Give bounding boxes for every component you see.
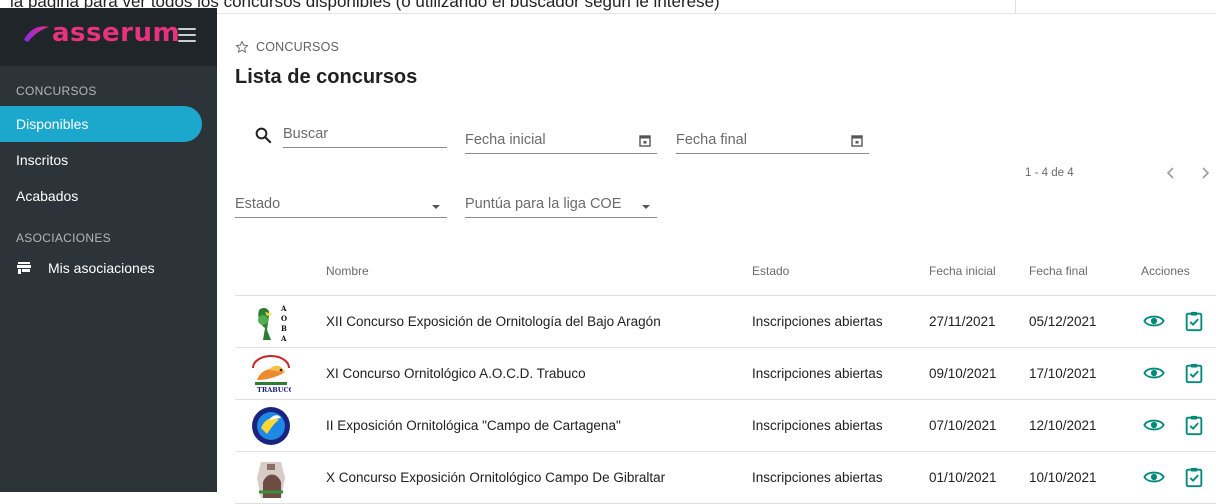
svg-text:A: A [280,304,287,313]
calendar-icon[interactable] [851,134,863,147]
gibraltar-logo [257,462,285,498]
view-eye-icon[interactable] [1143,310,1165,332]
brand-swoosh-icon [24,26,49,42]
svg-text:O: O [281,314,287,323]
header-fecha-inicial[interactable]: Fecha inicial [929,264,996,278]
brand-wordmark: asserum [52,18,181,48]
header-separator [1015,0,1016,14]
search-icon [255,127,272,144]
fecha-inicial-label: Fecha inicial [465,132,546,148]
table-header: Nombre Estado Fecha inicial Fecha final … [235,248,1216,296]
sidebar: asserum CONCURSOS Disponibles Inscritos … [0,8,217,492]
fecha-final-field[interactable]: Fecha final [676,130,869,154]
table-row[interactable]: X Concurso Exposición Ornitológico Campo… [235,452,1216,504]
page-title: Lista de concursos [235,66,418,88]
inscription-checklist-icon[interactable] [1183,414,1205,436]
header-fecha-final[interactable]: Fecha final [1029,264,1088,278]
view-eye-icon[interactable] [1143,362,1165,384]
view-eye-icon[interactable] [1143,414,1165,436]
sidebar-item-label: Mis asociaciones [48,260,155,276]
menu-toggle-icon[interactable] [178,28,196,42]
estado-select[interactable]: Estado [235,194,447,218]
svg-text:A: A [280,334,287,342]
storefront-icon [17,262,31,274]
cell-fecha-final: 17/10/2021 [1029,366,1097,381]
cell-nombre: II Exposición Ornitológica "Campo de Car… [326,418,621,433]
sidebar-item-label: Acabados [16,188,79,204]
cell-nombre: XII Concurso Exposición de Ornitología d… [326,314,661,329]
fecha-final-label: Fecha final [676,132,747,148]
cartagena-logo [252,407,290,445]
cell-fecha-final: 05/12/2021 [1029,314,1097,329]
sidebar-item-label: Disponibles [16,116,89,132]
pagination-range: 1 - 4 de 4 [1025,167,1074,179]
brand-logo[interactable]: asserum [22,18,180,48]
search-placeholder: Buscar [283,126,329,142]
cell-fecha-final: 10/10/2021 [1029,470,1097,485]
liga-coe-select[interactable]: Puntúa para la liga COE [465,194,657,218]
cell-estado: Inscripciones abiertas [752,366,883,381]
breadcrumb: CONCURSOS [235,40,339,54]
cell-nombre: X Concurso Exposición Ornitológico Campo… [326,470,666,485]
aoba-logo: A O B A [258,304,287,342]
inscription-checklist-icon[interactable] [1183,466,1205,488]
liga-coe-label: Puntúa para la liga COE [465,196,622,212]
cell-nombre: XI Concurso Ornitológico A.O.C.D. Trabuc… [326,366,586,381]
main-content: CONCURSOS Lista de concursos Buscar Fech… [217,14,1216,504]
table-row[interactable]: A O B A XII Concurso Exposición de Ornit… [235,296,1216,348]
table-row[interactable]: TRABUCO XI Concurso Ornitológico A.O.C.D… [235,348,1216,400]
concursos-table: Nombre Estado Fecha inicial Fecha final … [235,248,1216,504]
chevron-right-icon[interactable] [1197,164,1213,182]
fecha-inicial-field[interactable]: Fecha inicial [465,130,657,154]
sidebar-item-label: Inscritos [16,152,69,168]
header-acciones: Acciones [1141,264,1190,278]
dropdown-arrow-icon [432,205,440,209]
dropdown-arrow-icon [642,205,650,209]
sidebar-item-disponibles[interactable]: Disponibles [0,106,202,142]
cell-fecha-inicial: 07/10/2021 [929,418,997,433]
search-input[interactable]: Buscar [283,124,447,148]
breadcrumb-label: CONCURSOS [256,40,340,54]
sidebar-item-mis-asociaciones[interactable]: Mis asociaciones [0,250,217,286]
header-nombre[interactable]: Nombre [326,264,369,278]
cell-fecha-inicial: 27/11/2021 [929,314,996,329]
table-row[interactable]: II Exposición Ornitológica "Campo de Car… [235,400,1216,452]
inscription-checklist-icon[interactable] [1183,362,1205,384]
sidebar-item-inscritos[interactable]: Inscritos [0,142,217,178]
cell-estado: Inscripciones abiertas [752,314,883,329]
cell-fecha-inicial: 09/10/2021 [929,366,997,381]
estado-label: Estado [235,196,281,212]
view-eye-icon[interactable] [1143,466,1165,488]
calendar-icon[interactable] [639,134,651,147]
cell-fecha-final: 12/10/2021 [1029,418,1097,433]
section-title-asociaciones: ASOCIACIONES [16,231,111,245]
inscription-checklist-icon[interactable] [1183,310,1205,332]
header-estado[interactable]: Estado [752,264,789,278]
star-outline-icon [235,40,249,53]
chevron-left-icon[interactable] [1163,164,1179,182]
cell-fecha-inicial: 01/10/2021 [929,470,997,485]
cell-estado: Inscripciones abiertas [752,470,883,485]
svg-text:TRABUCO: TRABUCO [257,386,291,394]
sidebar-header: asserum [0,8,217,66]
cell-estado: Inscripciones abiertas [752,418,883,433]
trabuco-logo: TRABUCO [252,355,291,394]
sidebar-item-acabados[interactable]: Acabados [0,178,217,214]
section-title-concursos: CONCURSOS [16,84,97,98]
svg-text:B: B [281,324,287,333]
